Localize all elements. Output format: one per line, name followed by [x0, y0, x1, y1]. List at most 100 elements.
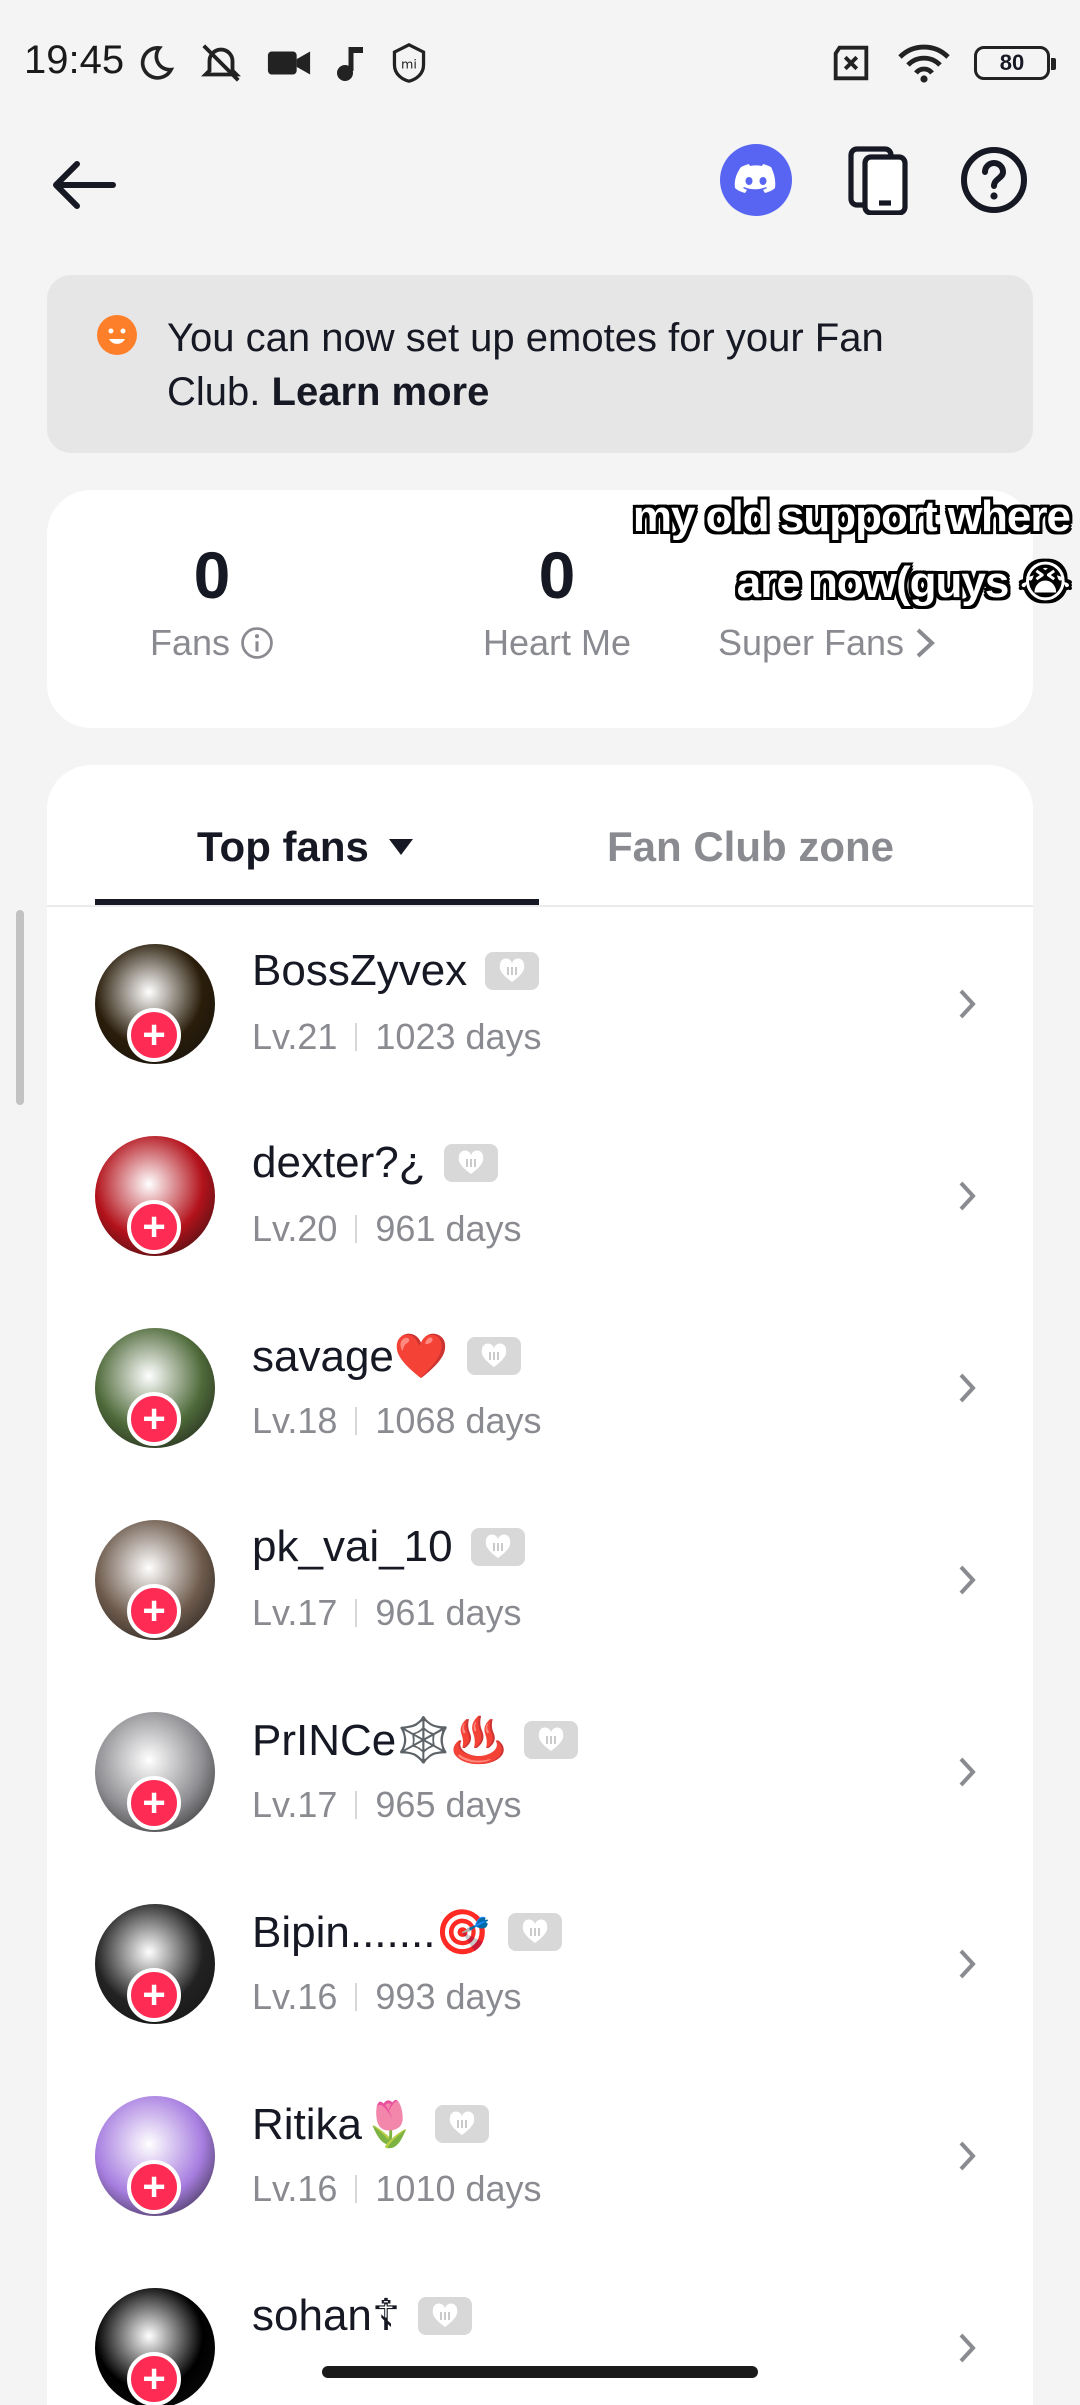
home-indicator[interactable] [322, 2366, 758, 2378]
meta-divider [355, 1023, 358, 1051]
follow-plus-button[interactable]: + [127, 1776, 181, 1830]
super-fans-label: Super Fans [717, 622, 905, 663]
overlay-caption-line1: my old support where [632, 492, 1071, 541]
fan-row[interactable]: + BossZyvex Lv.21 1023 days [47, 908, 1033, 1100]
follow-plus-button[interactable]: + [127, 1584, 181, 1638]
discord-button[interactable] [720, 144, 792, 216]
fans-label: Fans [149, 622, 231, 663]
tab-top-fans[interactable]: Top fans [197, 823, 413, 871]
emotes-banner[interactable]: You can now set up emotes for your Fan C… [47, 275, 1033, 453]
fan-name: PrINCe🕸️♨️ [252, 1716, 506, 1765]
help-button[interactable] [954, 140, 1034, 220]
meta-divider [355, 1599, 358, 1627]
follow-plus-button[interactable]: + [127, 2160, 181, 2214]
fans-stat[interactable]: 0 Fans [127, 540, 297, 664]
status-time: 19:45 [24, 38, 125, 82]
fan-days: 1068 days [375, 1400, 542, 1441]
super-fans-stat[interactable]: Super Fans [697, 622, 957, 664]
devices-button[interactable] [838, 140, 918, 220]
mi-shield-icon: mi [392, 43, 426, 83]
chevron-right-icon [947, 984, 987, 1024]
fan-row[interactable]: + sohan☦ [47, 2252, 1033, 2405]
chevron-right-icon [947, 1368, 987, 1408]
tab-fan-club-zone[interactable]: Fan Club zone [607, 823, 894, 871]
question-circle-icon [961, 147, 1027, 213]
follow-plus-button[interactable]: + [127, 1008, 181, 1062]
fan-club-badge-icon [418, 2296, 473, 2335]
fan-days: 961 days [375, 1592, 522, 1633]
fan-name-wrap: pk_vai_10 [252, 1522, 525, 1572]
back-button[interactable] [44, 145, 124, 225]
fan-name-wrap: dexter?¿ [252, 1138, 498, 1188]
fan-name-wrap: Bipin.......🎯 [252, 1906, 563, 1958]
discord-icon [734, 164, 776, 193]
heart-me-label: Heart Me [482, 622, 632, 663]
fans-count: 0 [193, 538, 231, 612]
video-icon [267, 51, 311, 75]
fan-level: Lv.21 [252, 1016, 338, 1057]
fan-level: Lv.17 [252, 1592, 338, 1633]
status-bar: 19:45 mi 80 [0, 0, 1080, 130]
overlay-caption: my old support where are now(guys 😭 [590, 484, 1071, 616]
fan-level: Lv.16 [252, 1976, 338, 2017]
chevron-right-icon [947, 2328, 987, 2368]
follow-plus-button[interactable]: + [127, 1968, 181, 2022]
sim-off-icon [833, 45, 869, 81]
caret-down-icon [388, 839, 413, 855]
meta-divider [355, 1407, 358, 1435]
devices-icon [848, 146, 908, 215]
chevron-right-icon [947, 2136, 987, 2176]
banner-message: You can now set up emotes for your Fan C… [167, 311, 987, 419]
follow-plus-button[interactable]: + [127, 2352, 181, 2405]
fan-row[interactable]: + Bipin.......🎯 Lv.16 993 days [47, 1868, 1033, 2060]
fan-meta: Lv.18 1068 days [252, 1400, 542, 1442]
fan-club-badge-icon [485, 952, 540, 990]
follow-plus-button[interactable]: + [127, 1392, 181, 1446]
tab-indicator [95, 899, 539, 905]
bell-muted-icon [201, 44, 241, 82]
tabs-bar: Top fans Fan Club zone [47, 765, 1033, 907]
battery-indicator: 80 [974, 46, 1056, 80]
music-note-icon [337, 47, 363, 81]
scrollbar[interactable] [16, 910, 24, 1105]
fan-meta: Lv.21 1023 days [252, 1016, 542, 1058]
fan-name-wrap: PrINCe🕸️♨️ [252, 1714, 578, 1766]
fan-name: sohan☦ [252, 2291, 401, 2340]
chevron-right-icon [947, 1752, 987, 1792]
learn-more-link[interactable]: Learn more [272, 370, 490, 414]
fan-days: 961 days [375, 1208, 522, 1249]
fan-row[interactable]: + dexter?¿ Lv.20 961 days [47, 1100, 1033, 1292]
info-icon[interactable] [240, 626, 274, 660]
fan-name: Bipin.......🎯 [252, 1908, 491, 1957]
follow-plus-button[interactable]: + [127, 1200, 181, 1254]
fan-level: Lv.16 [252, 2168, 338, 2209]
fan-name: savage❤️ [252, 1332, 449, 1381]
fan-row[interactable]: + Ritika🌷 Lv.16 1010 days [47, 2060, 1033, 2252]
fan-club-badge-icon [466, 1337, 521, 1375]
fans-label-wrap: Fans [127, 622, 297, 664]
fan-row[interactable]: + savage❤️ Lv.18 1068 days [47, 1292, 1033, 1484]
fan-days: 965 days [375, 1784, 522, 1825]
super-fans-label-wrap: Super Fans [697, 622, 957, 664]
chevron-right-icon [947, 1560, 987, 1600]
meta-divider [355, 2175, 358, 2203]
fan-days: 993 days [375, 1976, 522, 2017]
fan-meta: Lv.17 961 days [252, 1592, 522, 1634]
fan-row[interactable]: + PrINCe🕸️♨️ Lv.17 965 days [47, 1676, 1033, 1868]
tab-top-fans-label: Top fans [197, 823, 369, 870]
fan-name: BossZyvex [252, 946, 468, 995]
overlay-caption-line2: are now(guys 😭 [736, 558, 1071, 607]
fan-name-wrap: BossZyvex [252, 946, 540, 996]
fan-club-badge-icon [443, 1144, 498, 1182]
meta-divider [355, 1983, 358, 2011]
chevron-right-icon [947, 1176, 987, 1216]
fan-row[interactable]: + pk_vai_10 Lv.17 961 days [47, 1484, 1033, 1676]
status-icons-left: mi [136, 38, 428, 88]
smiley-icon [97, 315, 137, 355]
fans-list-card: Top fans Fan Club zone + BossZyvex Lv.21… [47, 765, 1033, 2405]
fan-meta: Lv.17 965 days [252, 1784, 522, 1826]
top-nav [0, 135, 1080, 230]
fan-name: pk_vai_10 [252, 1522, 453, 1571]
fan-name: Ritika🌷 [252, 2100, 417, 2149]
status-icons-right: 80 [828, 38, 1056, 88]
